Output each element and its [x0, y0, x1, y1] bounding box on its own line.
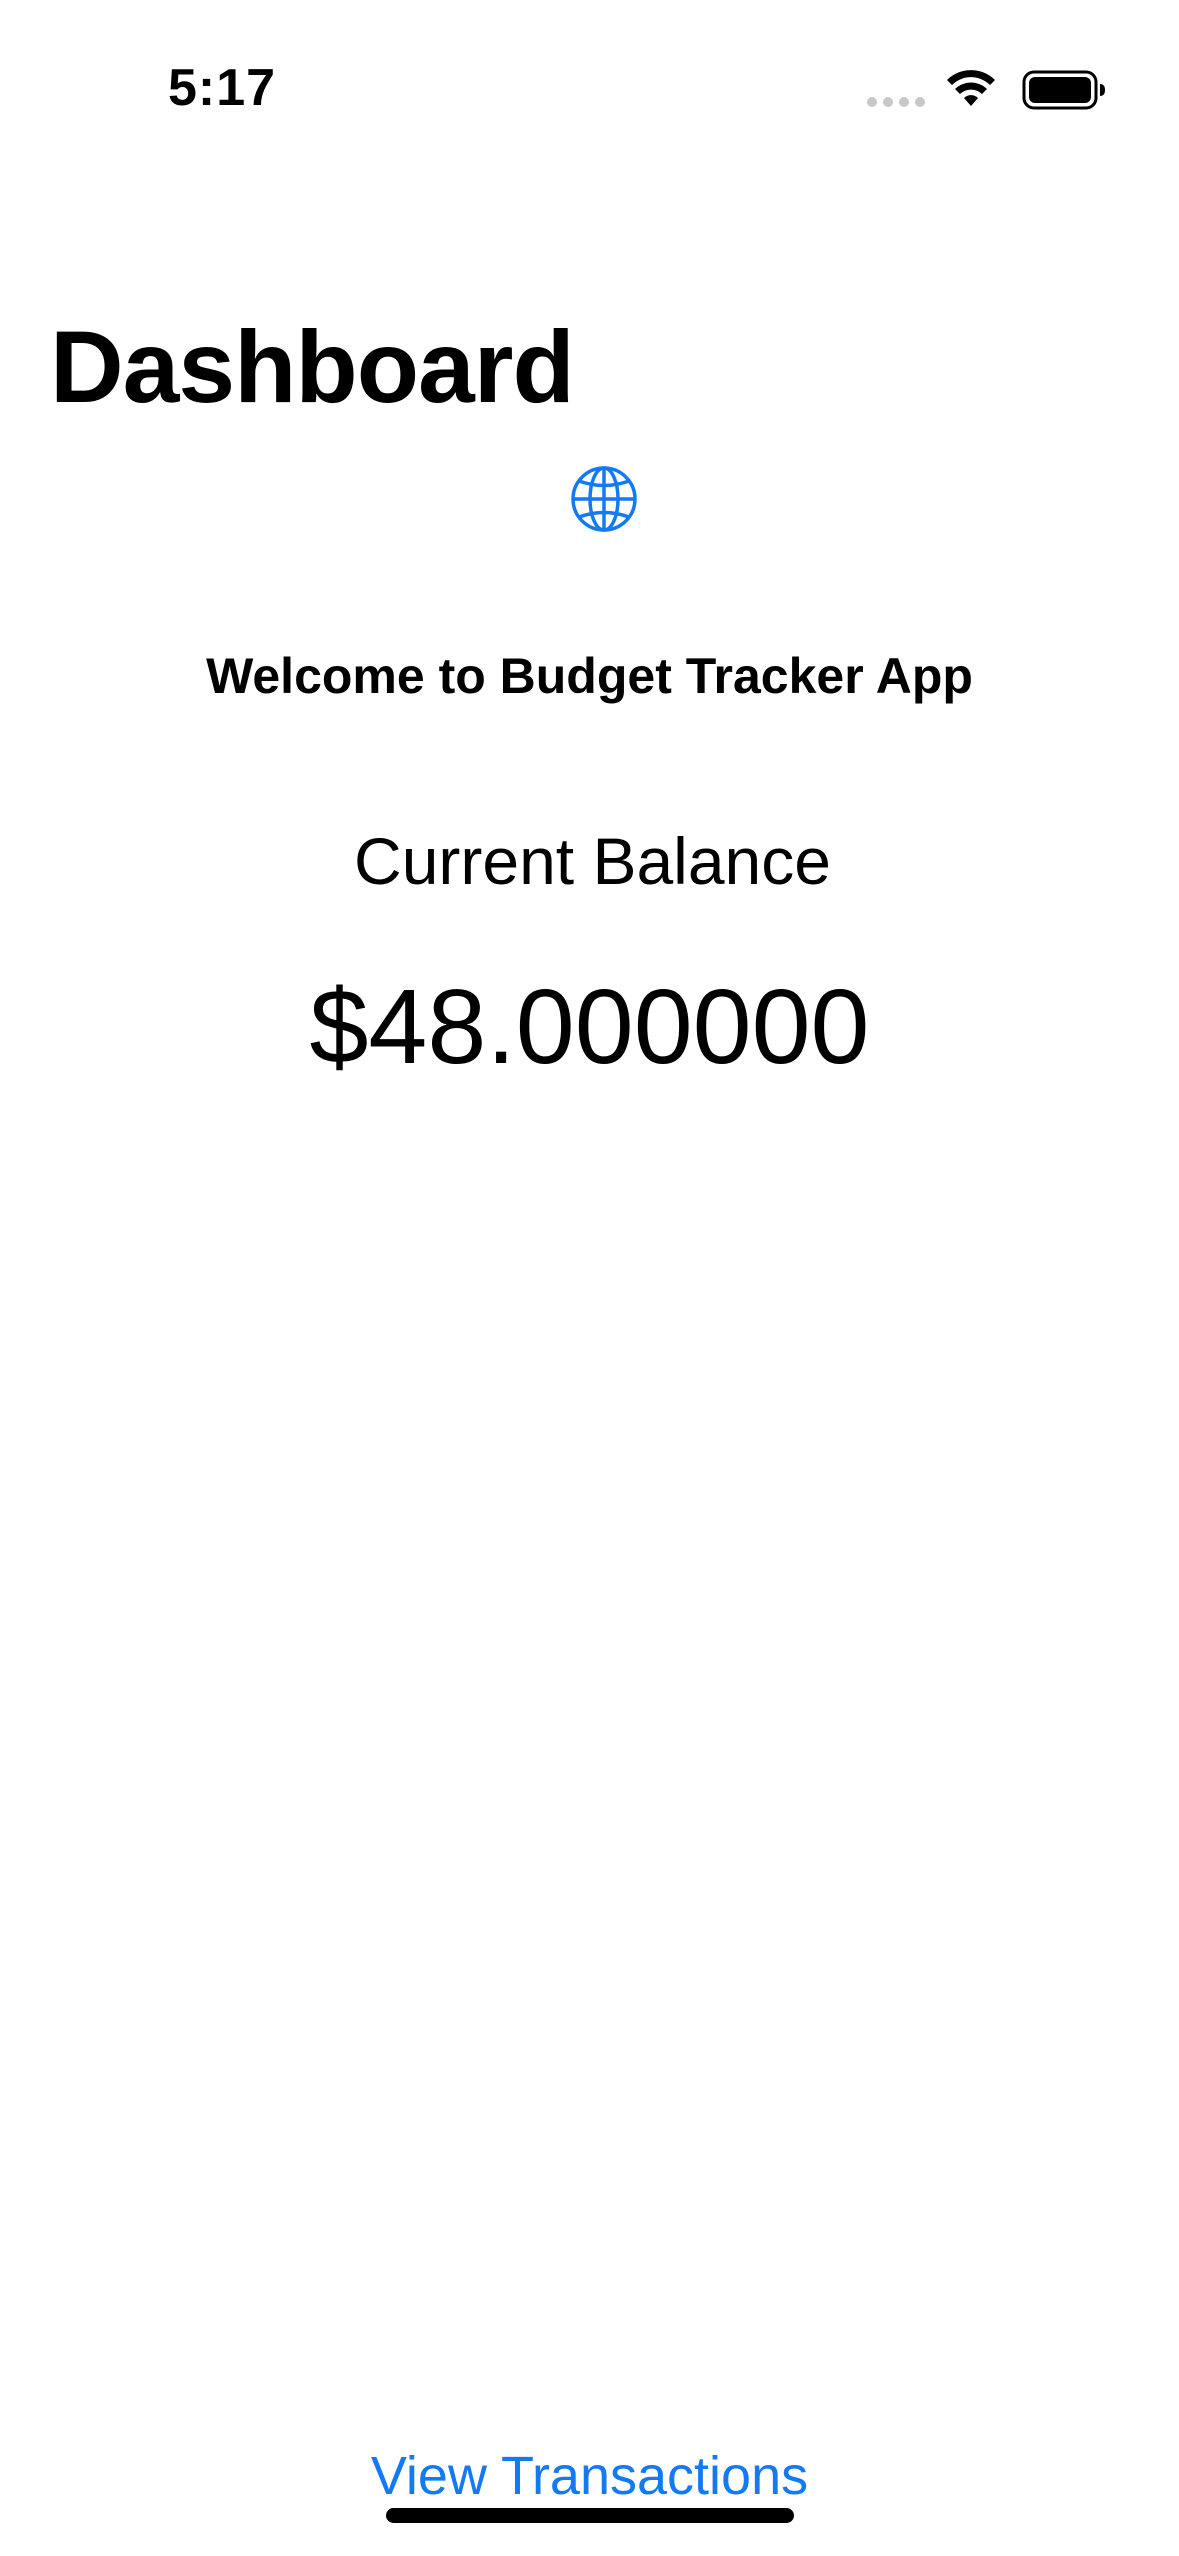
- wifi-icon: [947, 70, 995, 106]
- status-time: 5:17: [168, 59, 277, 117]
- welcome-text: Welcome to Budget Tracker App: [206, 648, 973, 704]
- page-title: Dashboard: [50, 310, 575, 424]
- balance-value: $48.000000: [309, 968, 870, 1086]
- home-indicator[interactable]: [386, 2508, 794, 2523]
- view-transactions-button[interactable]: View Transactions: [0, 2444, 1179, 2509]
- balance-label: Current Balance: [354, 824, 831, 898]
- cellular-signal-icon: [867, 97, 925, 107]
- status-bar: 5:17: [0, 0, 1179, 150]
- battery-icon: [1022, 70, 1105, 110]
- globe-icon: [571, 466, 637, 532]
